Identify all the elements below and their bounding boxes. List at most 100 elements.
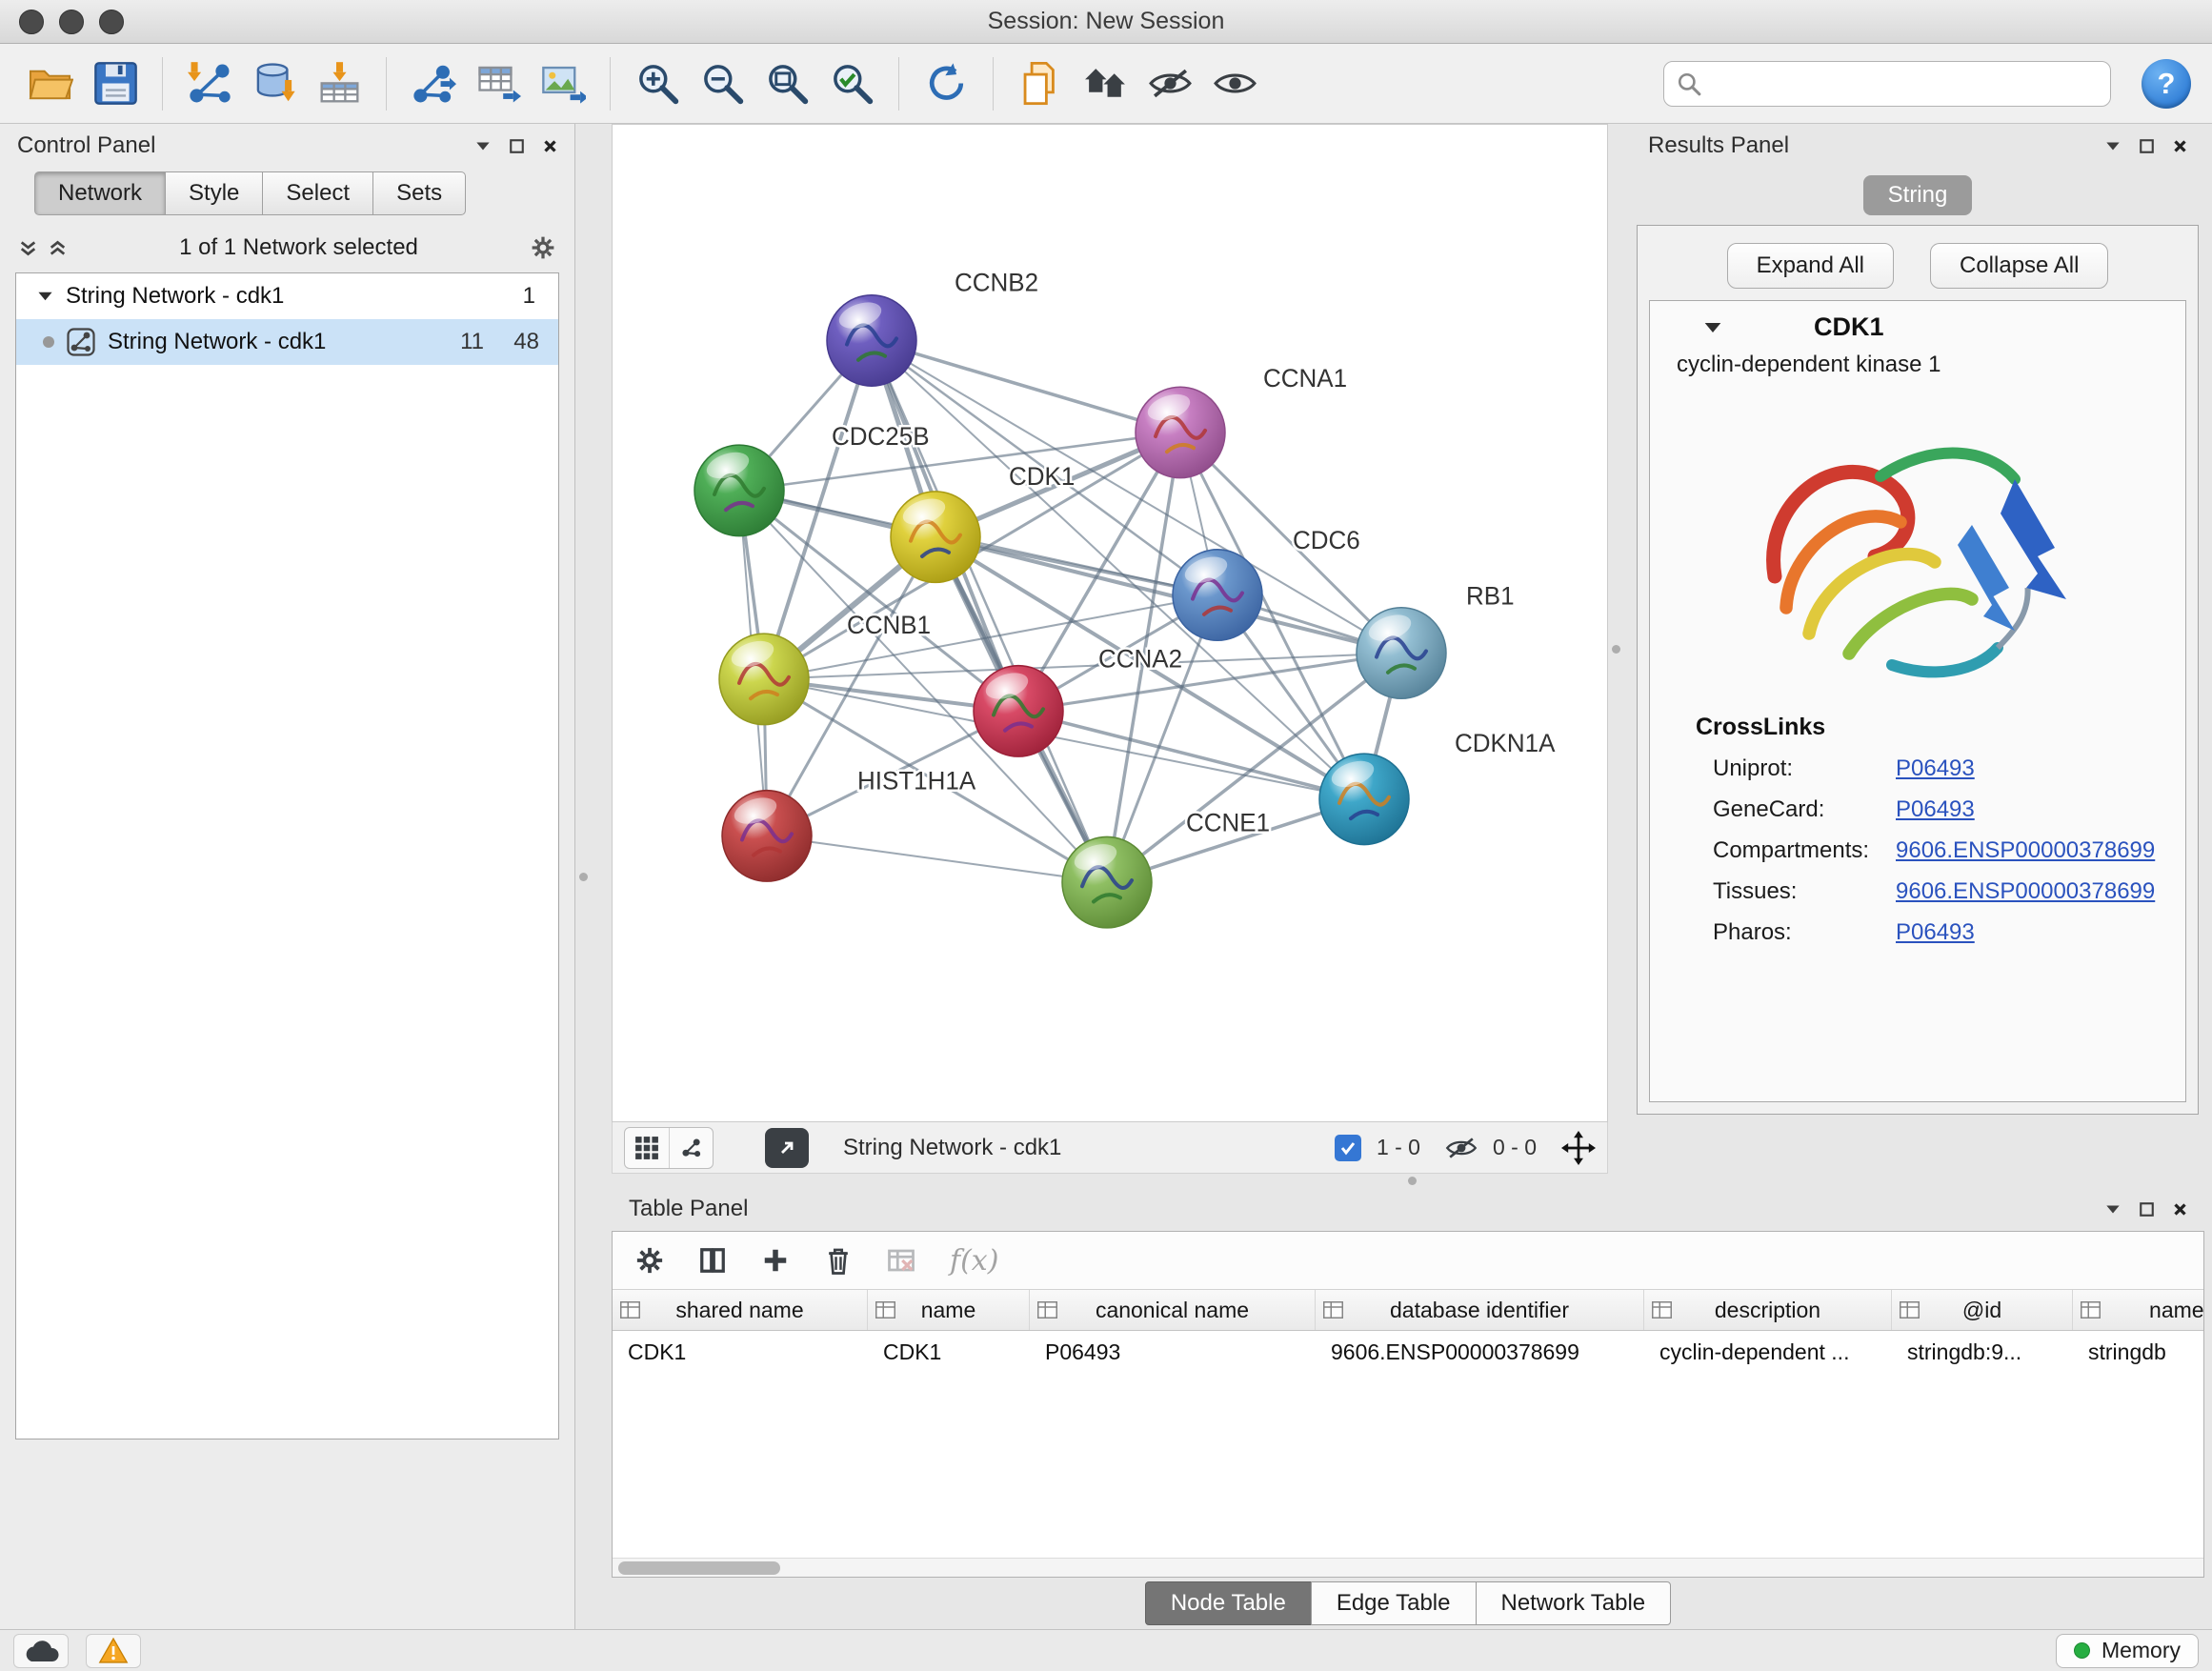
table-cell[interactable]: stringdb:9... [1892,1339,2073,1365]
collapse-panel-icon[interactable] [2105,141,2121,151]
table-cell[interactable]: CDK1 [868,1339,1030,1365]
network-collection-row[interactable]: String Network - cdk1 1 [16,273,558,319]
network-options-gear-icon[interactable] [531,235,555,260]
import-table-button[interactable] [310,53,369,114]
birds-eye-view-button[interactable] [625,1128,669,1168]
string-settings-button[interactable] [669,1128,713,1168]
protein-section-header[interactable]: CDK1 [1650,312,2185,342]
column-header-description[interactable]: description [1644,1290,1892,1330]
table-cell[interactable]: P06493 [1030,1339,1316,1365]
add-column-plus-icon[interactable] [761,1246,790,1275]
crosslink-link[interactable]: P06493 [1896,919,1975,946]
selected-count-checkbox[interactable] [1335,1135,1361,1161]
splitter-handle[interactable] [579,873,588,881]
show-columns-icon[interactable] [698,1246,727,1275]
collapse-panel-icon[interactable] [475,141,491,151]
crosshair-move-icon[interactable] [1561,1131,1596,1165]
network-graph[interactable]: CCNB2CCNA1CDC25BCDK1CDC6RB1CCNB1CCNA2CDK… [613,125,1607,1121]
tab-network-table[interactable]: Network Table [1476,1581,1672,1625]
table-cell[interactable]: 9606.ENSP00000378699 [1316,1339,1644,1365]
hidden-eye-slash-icon[interactable] [1445,1136,1478,1160]
column-header-database-identifier[interactable]: database identifier [1316,1290,1644,1330]
zoom-out-button[interactable] [693,53,752,114]
tab-style[interactable]: Style [165,171,263,215]
save-session-button[interactable] [86,53,145,114]
export-table-button[interactable] [469,53,528,114]
network-row-selected[interactable]: String Network - cdk1 11 48 [16,319,558,365]
tab-network[interactable]: Network [34,171,166,215]
minimize-window-button[interactable] [59,10,84,34]
expand-all-button[interactable]: Expand All [1727,243,1894,289]
splitter-handle[interactable] [1612,645,1620,654]
float-panel-icon[interactable] [2140,1202,2154,1217]
close-panel-icon[interactable] [543,139,557,153]
network-node-ccna2[interactable]: CCNA2 [974,645,1182,757]
zoom-in-button[interactable] [628,53,687,114]
copy-document-button[interactable] [1011,53,1070,114]
network-edge[interactable] [872,340,1180,432]
table-row[interactable]: CDK1CDK1P064939606.ENSP00000378699cyclin… [613,1331,2203,1374]
delete-column-trash-icon[interactable] [824,1245,853,1276]
refresh-layout-button[interactable] [916,53,975,114]
network-node-hist1h1a[interactable]: HIST1H1A [722,766,976,881]
table-cell[interactable]: stringdb [2073,1339,2203,1365]
close-window-button[interactable] [19,10,44,34]
network-edge[interactable] [767,836,1107,882]
table-settings-gear-icon[interactable] [635,1246,664,1275]
horizontal-splitter[interactable] [612,1174,2212,1187]
right-splitter[interactable] [1608,124,1623,1174]
open-session-button[interactable] [21,53,80,114]
table-cell[interactable]: cyclin-dependent ... [1644,1339,1892,1365]
network-node-cdkn1a[interactable]: CDKN1A [1319,729,1556,845]
warnings-button[interactable] [86,1634,141,1668]
network-edge[interactable] [935,537,1401,654]
crosslink-link[interactable]: P06493 [1896,755,1975,782]
column-header-canonical-name[interactable]: canonical name [1030,1290,1316,1330]
network-node-ccna1[interactable]: CCNA1 [1136,364,1347,478]
float-panel-icon[interactable] [510,139,524,153]
close-panel-icon[interactable] [2173,1202,2187,1217]
column-header-namespace[interactable]: namespace [2073,1290,2203,1330]
network-node-rb1[interactable]: RB1 [1357,582,1515,699]
help-button[interactable] [2142,59,2191,109]
import-network-from-database-button[interactable] [245,53,304,114]
crosslink-link[interactable]: P06493 [1896,796,1975,823]
table-horizontal-scrollbar[interactable] [613,1558,2203,1577]
collapse-all-tree-icon[interactable] [49,239,67,257]
zoom-window-button[interactable] [99,10,124,34]
collapse-all-button[interactable]: Collapse All [1930,243,2108,289]
open-in-browser-button[interactable] [765,1128,809,1168]
crosslink-link[interactable]: 9606.ENSP00000378699 [1896,837,2155,864]
hide-panel-eye-button[interactable] [1140,53,1199,114]
home-button[interactable] [1076,53,1135,114]
tab-node-table[interactable]: Node Table [1145,1581,1312,1625]
tab-string[interactable]: String [1863,175,1973,215]
close-panel-icon[interactable] [2173,139,2187,153]
expand-all-tree-icon[interactable] [19,239,37,257]
import-network-from-file-button[interactable] [180,53,239,114]
scrollbar-thumb[interactable] [618,1561,780,1575]
zoom-fit-button[interactable] [757,53,816,114]
network-node-ccnb2[interactable]: CCNB2 [827,268,1038,386]
section-caret-icon[interactable] [1703,321,1722,334]
collapse-panel-icon[interactable] [2105,1204,2121,1215]
memory-button[interactable]: Memory [2056,1634,2199,1668]
crosslink-link[interactable]: 9606.ENSP00000378699 [1896,878,2155,905]
column-header-id[interactable]: @id [1892,1290,2073,1330]
network-node-ccne1[interactable]: CCNE1 [1062,808,1270,928]
export-network-button[interactable] [404,53,463,114]
tab-select[interactable]: Select [262,171,373,215]
column-header-shared-name[interactable]: shared name [613,1290,868,1330]
search-input[interactable] [1663,61,2111,107]
splitter-handle[interactable] [1408,1177,1417,1185]
float-panel-icon[interactable] [2140,139,2154,153]
cloud-status-button[interactable] [13,1634,69,1668]
export-image-button[interactable] [533,53,593,114]
tab-sets[interactable]: Sets [372,171,466,215]
zoom-selected-button[interactable] [822,53,881,114]
network-canvas[interactable]: CCNB2CCNA1CDC25BCDK1CDC6RB1CCNB1CCNA2CDK… [612,124,1608,1122]
column-header-name[interactable]: name [868,1290,1030,1330]
tree-caret-icon[interactable] [37,291,53,302]
left-splitter[interactable] [575,124,591,1629]
tab-edge-table[interactable]: Edge Table [1311,1581,1477,1625]
